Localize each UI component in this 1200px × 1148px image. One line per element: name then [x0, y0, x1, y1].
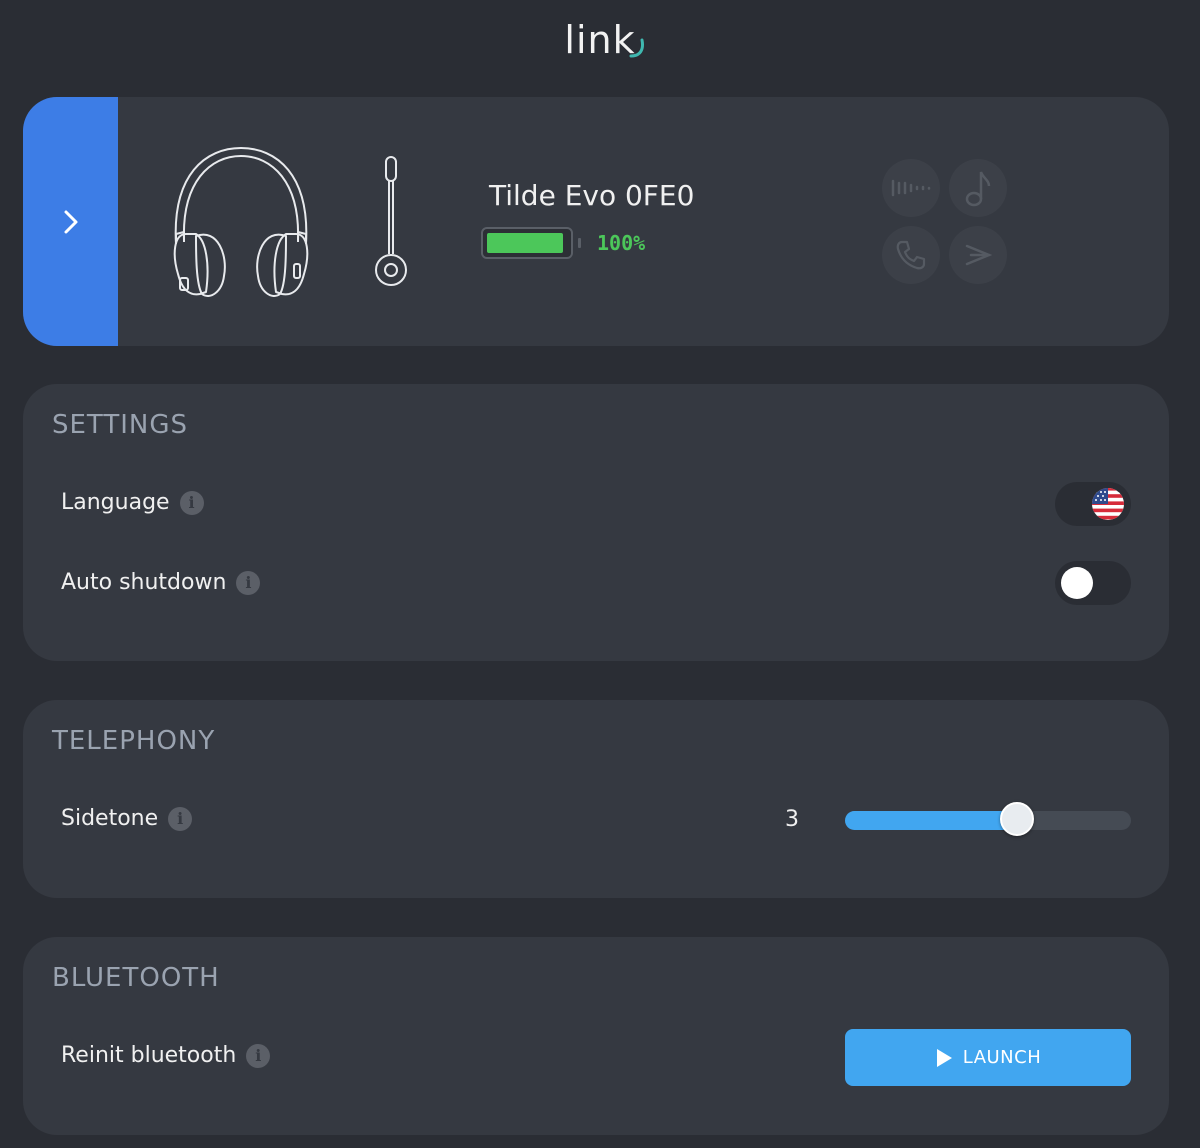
phone-icon[interactable]: [882, 226, 940, 284]
sidetone-value: 3: [785, 807, 799, 832]
sidetone-row: Sidetone i: [61, 806, 193, 831]
sidetone-slider[interactable]: [845, 802, 1131, 836]
chevron-right-icon: [64, 210, 77, 233]
headphones-image: [173, 147, 309, 297]
sidetone-label: Sidetone: [61, 806, 159, 831]
auto-shutdown-row: Auto shutdown i: [61, 570, 261, 595]
reinit-bluetooth-row: Reinit bluetooth i: [61, 1043, 271, 1068]
reinit-bluetooth-label: Reinit bluetooth: [61, 1043, 237, 1068]
info-icon[interactable]: i: [236, 570, 261, 595]
battery-tip: [578, 238, 581, 248]
info-icon[interactable]: i: [246, 1043, 271, 1068]
auto-shutdown-label: Auto shutdown: [61, 570, 227, 595]
music-note-icon[interactable]: [949, 159, 1007, 217]
battery-indicator: [481, 227, 573, 259]
play-icon: [936, 1048, 952, 1067]
language-selector[interactable]: [1055, 482, 1131, 526]
language-label: Language: [61, 490, 170, 515]
battery-percent: 100%: [597, 231, 646, 255]
app-logo-text: link: [564, 18, 636, 62]
bluetooth-section-title: BLUETOOTH: [52, 963, 220, 993]
battery-level-fill: [487, 233, 563, 253]
expand-device-button[interactable]: [23, 97, 118, 346]
telephony-section-title: TELEPHONY: [52, 726, 216, 756]
launch-button-label: LAUNCH: [962, 1047, 1042, 1068]
info-icon[interactable]: i: [179, 490, 204, 515]
device-card: Tilde Evo 0FE0 100%: [23, 97, 1169, 346]
telephony-card: TELEPHONY Sidetone i 3: [23, 700, 1169, 898]
waveform-icon[interactable]: [882, 159, 940, 217]
app-logo: link: [0, 18, 1200, 62]
logo-swoosh-icon: [629, 38, 644, 58]
slider-thumb[interactable]: [999, 802, 1034, 836]
settings-section-title: SETTINGS: [52, 410, 189, 440]
launch-button[interactable]: LAUNCH: [845, 1029, 1131, 1086]
slider-fill: [845, 811, 1019, 830]
usb-dongle-image: [375, 156, 407, 286]
auto-shutdown-toggle[interactable]: [1055, 561, 1131, 605]
us-flag-icon: [1092, 488, 1124, 520]
noise-reduction-icon[interactable]: [949, 226, 1007, 284]
toggle-knob: [1061, 567, 1093, 599]
settings-card: SETTINGS Language i Auto shutdown i: [23, 384, 1169, 661]
info-icon[interactable]: i: [168, 806, 193, 831]
bluetooth-card: BLUETOOTH Reinit bluetooth i LAUNCH: [23, 937, 1169, 1135]
device-name: Tilde Evo 0FE0: [489, 179, 695, 212]
language-row: Language i: [61, 490, 204, 515]
